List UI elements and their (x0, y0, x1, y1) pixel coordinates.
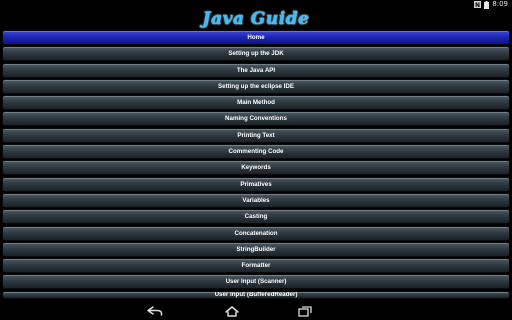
home-icon (225, 305, 239, 317)
menu-item-commenting-code[interactable]: Commenting Code (2, 144, 510, 160)
app-title: Java Guide (202, 9, 310, 29)
menu-item-primatives[interactable]: Primatives (2, 176, 510, 192)
home-button[interactable] (222, 303, 242, 319)
menu-list[interactable]: Home Setting up the JDK The Java API Set… (0, 30, 512, 302)
menu-item-eclipse-ide[interactable]: Setting up the eclipse IDE (2, 78, 510, 94)
status-time: 8:09 (492, 0, 508, 8)
menu-item-setting-up-jdk[interactable]: Setting up the JDK (2, 46, 510, 62)
menu-item-formatter[interactable]: Formatter (2, 258, 510, 274)
menu-item-user-input-bufferedreader[interactable]: User Input (BufferedReader) (2, 290, 510, 299)
menu-item-stringbuilder[interactable]: StringBuilder (2, 241, 510, 257)
menu-item-concatenation[interactable]: Concatenation (2, 225, 510, 241)
status-indicators: N 8:09 (474, 0, 508, 9)
svg-text:N: N (475, 2, 480, 8)
menu-item-main-method[interactable]: Main Method (2, 95, 510, 111)
status-bar: N 8:09 (0, 0, 512, 9)
menu-item-variables[interactable]: Variables (2, 192, 510, 208)
menu-item-naming-conventions[interactable]: Naming Conventions (2, 111, 510, 127)
menu-item-casting[interactable]: Casting (2, 209, 510, 225)
navigation-bar (0, 302, 512, 320)
menu-item-printing-text[interactable]: Printing Text (2, 127, 510, 143)
menu-item-home[interactable]: Home (2, 30, 510, 45)
n-icon: N (474, 1, 482, 8)
menu-item-java-api[interactable]: The Java API (2, 62, 510, 78)
back-icon (147, 306, 163, 316)
menu-item-keywords[interactable]: Keywords (2, 160, 510, 176)
menu-item-user-input-scanner[interactable]: User Input (Scanner) (2, 274, 510, 290)
back-button[interactable] (145, 303, 165, 319)
battery-icon (484, 0, 490, 9)
recent-apps-icon (298, 305, 312, 317)
app-header: Java Guide (0, 9, 512, 30)
recent-apps-button[interactable] (295, 303, 315, 319)
